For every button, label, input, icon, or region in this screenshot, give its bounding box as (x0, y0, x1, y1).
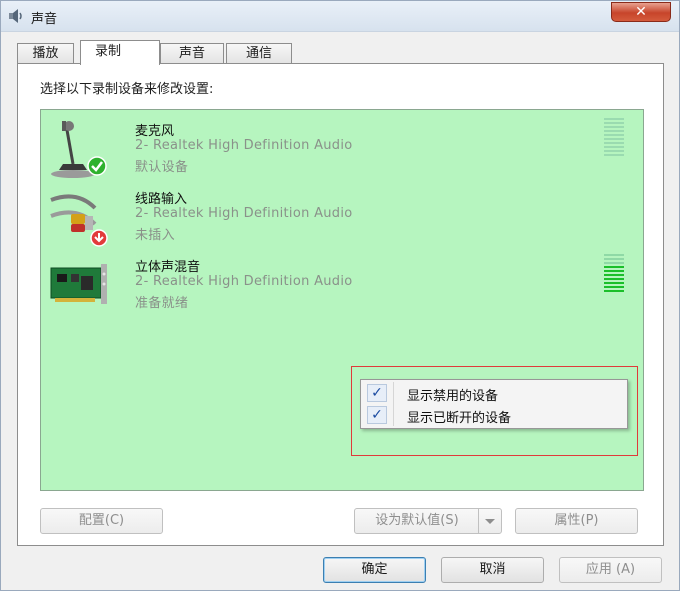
speaker-icon (9, 9, 22, 23)
ok-button[interactable]: 确定 (323, 557, 426, 583)
instruction-text: 选择以下录制设备来修改设置: (40, 82, 214, 97)
device-status: 默认设备 (135, 160, 189, 175)
default-check-icon (87, 156, 107, 176)
device-item-line-in[interactable]: 线路输入 2- Realtek High Definition Audio 未插… (41, 184, 643, 250)
menu-item-show-disconnected[interactable]: ✓ 显示已断开的设备 (363, 405, 625, 426)
device-driver: 2- Realtek High Definition Audio (135, 206, 353, 221)
window-title: 声音 (31, 12, 58, 27)
title-bar: 声音 ✕ (1, 1, 679, 32)
recording-panel: 选择以下录制设备来修改设置: 麦克风 2- Realtek High Defin… (17, 63, 664, 546)
close-button[interactable]: ✕ (611, 2, 671, 22)
level-meter (604, 118, 624, 158)
device-name: 立体声混音 (135, 260, 201, 275)
close-icon: ✕ (635, 4, 647, 20)
cancel-button[interactable]: 取消 (441, 557, 544, 583)
tab-sounds[interactable]: 声音 (160, 43, 224, 63)
menu-item-label: 显示已断开的设备 (407, 411, 512, 426)
device-item-stereo-mix[interactable]: 立体声混音 2- Realtek High Definition Audio 准… (41, 252, 643, 318)
apply-button[interactable]: 应用 (A) (559, 557, 662, 583)
device-driver: 2- Realtek High Definition Audio (135, 274, 353, 289)
device-name: 线路输入 (135, 192, 188, 207)
menu-item-show-disabled[interactable]: ✓ 显示禁用的设备 (363, 383, 625, 404)
set-default-button[interactable]: 设为默认值(S) (354, 508, 502, 534)
tab-communications[interactable]: 通信 (226, 43, 292, 63)
device-item-microphone[interactable]: 麦克风 2- Realtek High Definition Audio 默认设… (41, 116, 643, 182)
chevron-down-icon[interactable] (478, 509, 501, 533)
level-meter (604, 254, 624, 294)
checkmark-icon: ✓ (367, 384, 387, 402)
device-list[interactable]: 麦克风 2- Realtek High Definition Audio 默认设… (40, 109, 644, 491)
configure-button[interactable]: 配置(C) (40, 508, 163, 534)
checkmark-icon: ✓ (367, 406, 387, 424)
device-driver: 2- Realtek High Definition Audio (135, 138, 353, 153)
properties-button[interactable]: 属性(P) (515, 508, 638, 534)
tab-playback[interactable]: 播放 (17, 43, 74, 63)
sound-dialog: 声音 ✕ 播放 录制 声音 通信 选择以下录制设备来修改设置: 麦克风 2- R… (0, 0, 680, 591)
device-name: 麦克风 (135, 124, 175, 139)
menu-item-label: 显示禁用的设备 (407, 389, 499, 404)
device-status: 准备就绪 (135, 296, 189, 311)
context-menu: ✓ 显示禁用的设备 ✓ 显示已断开的设备 (360, 379, 628, 429)
set-default-label: 设为默认值(S) (375, 513, 459, 528)
microphone-icon (51, 121, 107, 178)
tab-recording[interactable]: 录制 (80, 40, 160, 65)
device-status: 未插入 (135, 228, 175, 243)
sound-card-icon (50, 264, 107, 304)
line-in-cable-icon (50, 194, 108, 247)
